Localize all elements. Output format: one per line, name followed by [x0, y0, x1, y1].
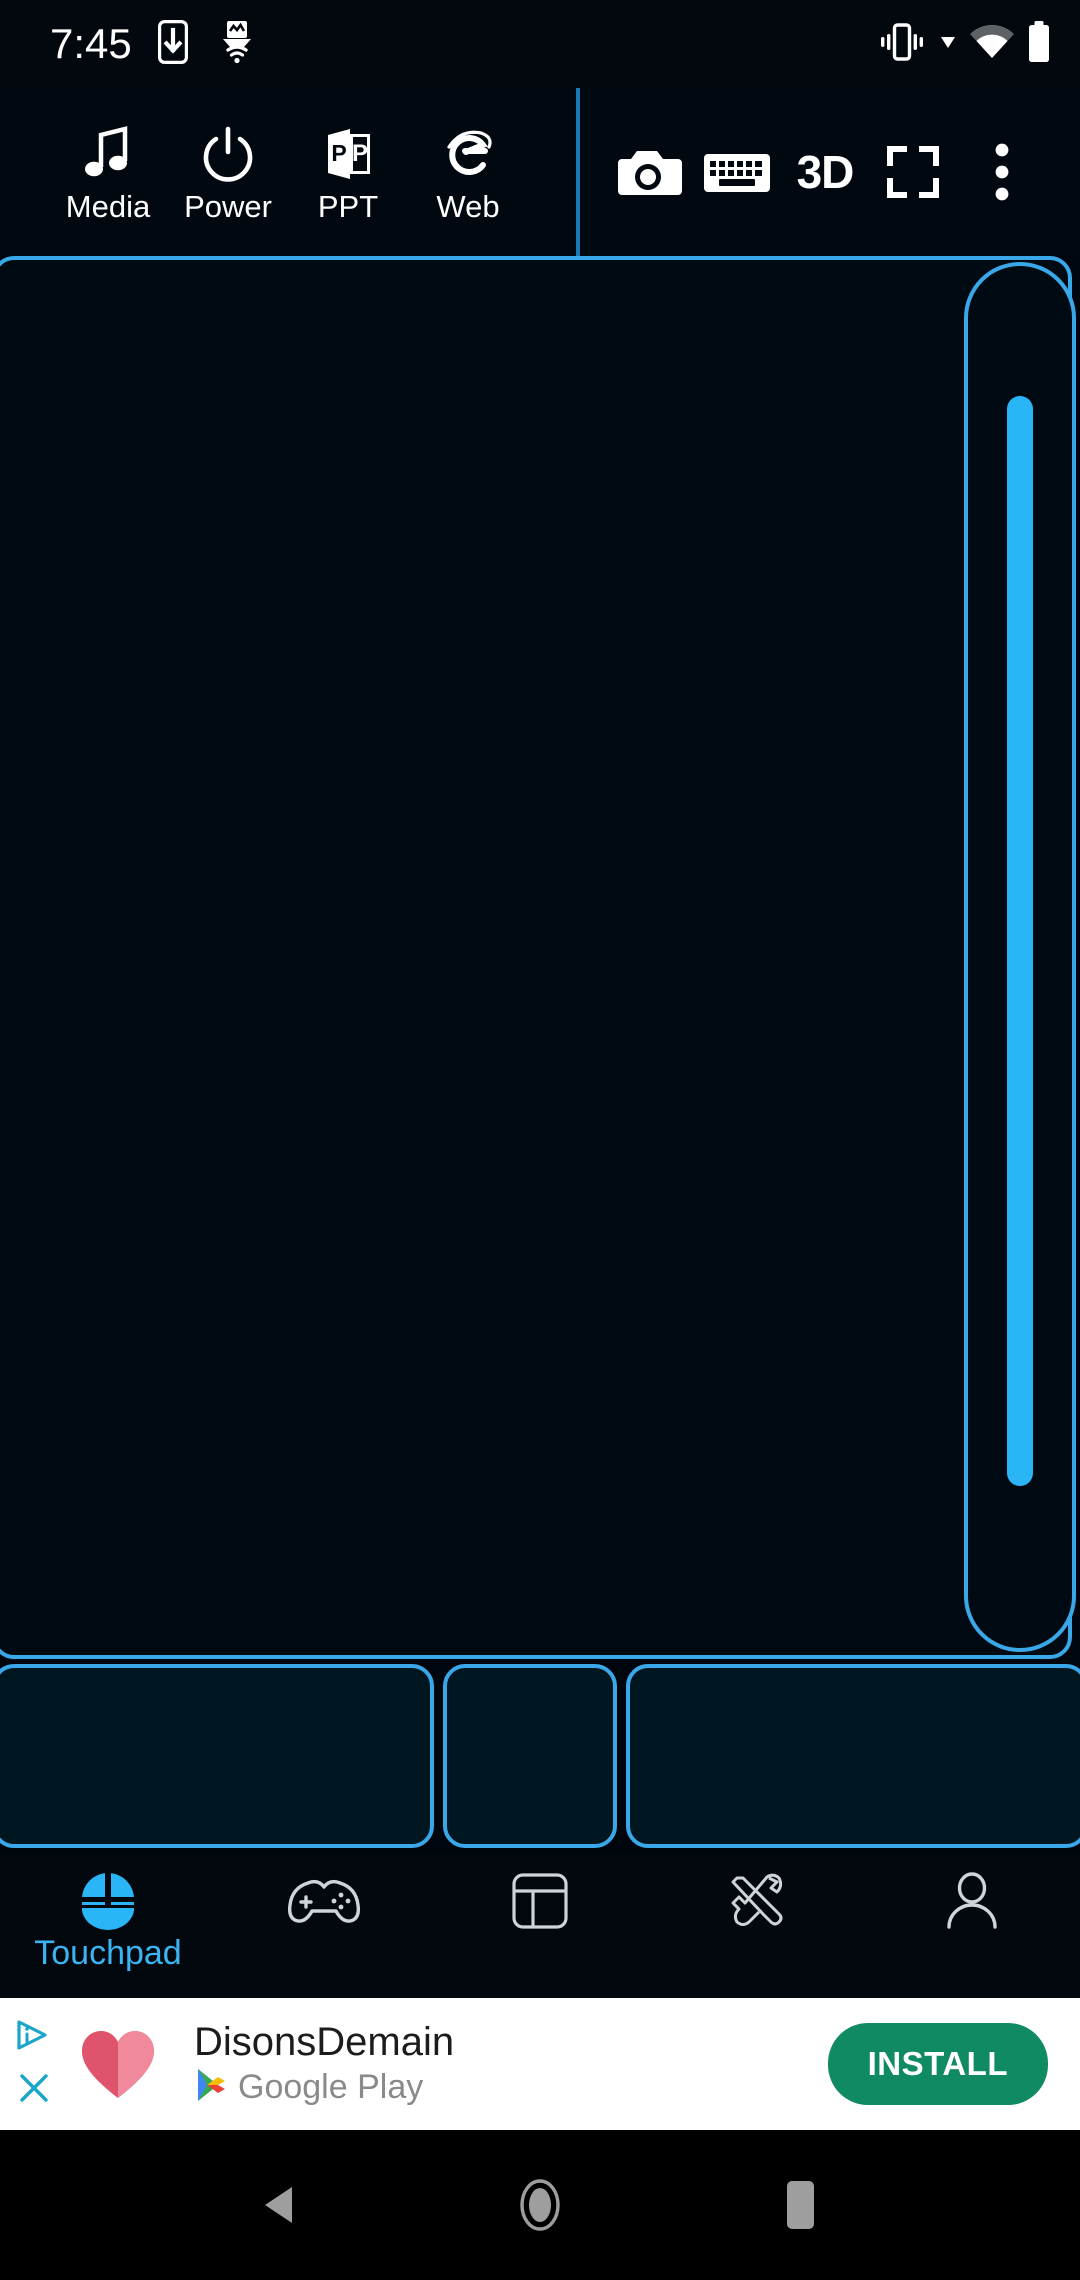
ad-app-icon: [72, 2018, 164, 2110]
top-toolbar: Media Power P P PPT Web 3D: [0, 88, 1080, 256]
touchpad-surface[interactable]: [0, 256, 1072, 1659]
keyboard-icon[interactable]: [695, 130, 779, 214]
svg-text:P: P: [331, 140, 346, 166]
mouse-icon: [79, 1870, 137, 1932]
close-icon[interactable]: [17, 2071, 51, 2110]
status-bar-right: [876, 20, 1052, 69]
overflow-menu-icon[interactable]: [960, 130, 1044, 214]
vibrate-icon: [876, 22, 928, 67]
layout-panels-icon: [511, 1870, 569, 1932]
shortcut-power-label: Power: [184, 188, 272, 224]
status-time: 7:45: [50, 20, 132, 67]
powerpoint-icon: P P: [320, 123, 376, 185]
remote-control-app: 7:45 Media Power P P PPT Web 3D Touchpad…: [0, 0, 1080, 2280]
camera-icon[interactable]: [606, 130, 690, 214]
three-d-icon[interactable]: 3D: [783, 130, 867, 214]
shortcut-web[interactable]: Web: [414, 123, 522, 222]
phone-download-icon: [157, 19, 188, 69]
google-play-icon: [194, 2067, 228, 2108]
fullscreen-icon[interactable]: [871, 130, 955, 214]
shortcut-media[interactable]: Media: [54, 123, 162, 222]
vertical-scrollbar[interactable]: [964, 262, 1076, 1652]
nav-item-tools[interactable]: [648, 1854, 864, 1998]
right-click-button[interactable]: [626, 1664, 1080, 1848]
internet-explorer-icon: [439, 123, 497, 185]
shortcut-ppt-label: PPT: [317, 188, 379, 224]
shortcut-ppt[interactable]: P P PPT: [294, 123, 402, 222]
svg-text:P: P: [352, 140, 368, 167]
install-button[interactable]: INSTALL: [827, 2023, 1048, 2105]
dropdown-caret-icon: [938, 22, 958, 67]
gamepad-icon: [286, 1870, 362, 1932]
left-click-button[interactable]: [0, 1664, 434, 1848]
status-bar: 7:45: [0, 0, 1080, 88]
nav-item-gamepad[interactable]: [216, 1854, 432, 1998]
nav-item-layout[interactable]: [432, 1854, 648, 1998]
bottom-navigation: Touchpad: [0, 1854, 1080, 1998]
nav-item-touchpad[interactable]: Touchpad: [0, 1854, 216, 1998]
power-icon: [200, 123, 256, 185]
system-navigation-bar: [0, 2130, 1080, 2280]
adchoices-icon[interactable]: [15, 2018, 53, 2057]
wifi-transfer-icon: [214, 19, 260, 70]
ad-store-row: Google Play: [194, 2067, 454, 2108]
back-button[interactable]: [220, 2145, 340, 2265]
music-note-icon: [81, 123, 135, 185]
nav-item-touchpad-label: Touchpad: [34, 1934, 182, 1972]
shortcut-web-label: Web: [436, 188, 500, 224]
recents-button[interactable]: [740, 2145, 860, 2265]
profile-person-icon: [943, 1870, 1001, 1932]
wifi-signal-icon: [968, 22, 1016, 67]
status-bar-left: 7:45: [50, 19, 260, 70]
tools-icon: [725, 1870, 787, 1932]
three-d-label: 3D: [796, 146, 855, 198]
mouse-button-row: [0, 1664, 1080, 1854]
ad-text-block: DisonsDemain Google Play: [194, 2021, 454, 2108]
toolbar-actions: 3D: [580, 88, 1080, 256]
toolbar-shortcuts: Media Power P P PPT Web: [0, 88, 580, 256]
scrollbar-thumb[interactable]: [1007, 396, 1033, 1486]
touchpad-region: [0, 256, 1080, 1666]
battery-full-icon: [1026, 20, 1052, 69]
ad-title: DisonsDemain: [194, 2019, 455, 2064]
middle-click-button[interactable]: [442, 1664, 618, 1848]
ad-banner-marks: [0, 1998, 62, 2130]
shortcut-media-label: Media: [65, 188, 151, 224]
shortcut-power[interactable]: Power: [174, 123, 282, 222]
ad-banner[interactable]: DisonsDemain Google Play INSTALL: [0, 1998, 1080, 2130]
home-button[interactable]: [480, 2145, 600, 2265]
ad-store-label: Google Play: [238, 2068, 424, 2106]
nav-item-profile[interactable]: [864, 1854, 1080, 1998]
